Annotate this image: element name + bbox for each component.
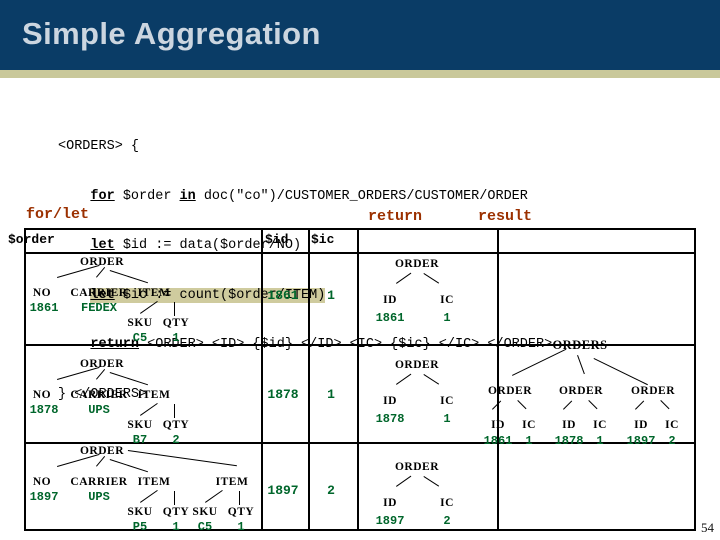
tree-node-sku: SKU xyxy=(127,317,153,329)
cell-id-row-2: 1878 xyxy=(267,387,299,402)
code-line-2: for $order in doc("co")/CUSTOMER_ORDERS/… xyxy=(90,188,528,204)
code-line-1: <ORDERS> { xyxy=(58,139,140,154)
tree-node-order: ORDER xyxy=(394,461,440,473)
tree-node-qty: QTY xyxy=(162,419,190,431)
tree-value-ic: 1 xyxy=(443,311,451,325)
tree-edge xyxy=(174,404,175,418)
tree-node-qty: QTY xyxy=(162,506,190,518)
keyword-for: for xyxy=(90,188,115,204)
tree-value-id-1: 1861 xyxy=(483,434,513,448)
column-divider-3 xyxy=(357,230,359,529)
caption-return: return xyxy=(368,208,423,225)
keyword-in: in xyxy=(179,188,196,204)
tree-node-no: NO xyxy=(32,287,52,299)
title-accent-bar xyxy=(0,70,720,78)
tree-node-sku-2: SKU xyxy=(192,506,218,518)
tree-node-id-2: ID xyxy=(562,419,576,431)
tree-value-id: 1861 xyxy=(375,311,405,325)
tree-value-ic: 2 xyxy=(443,514,451,528)
caption-for-let: for/let xyxy=(26,206,90,223)
tree-node-item: ITEM xyxy=(137,476,171,488)
tree-node-carrier: CARRIER xyxy=(70,476,128,488)
tree-node-item-2: ITEM xyxy=(215,476,249,488)
tree-value-no: 1878 xyxy=(29,403,59,417)
tree-node-item: ITEM xyxy=(137,287,171,299)
tree-node-qty: QTY xyxy=(162,317,190,329)
tree-node-order: ORDER xyxy=(79,358,125,370)
cell-ic-row-3: 2 xyxy=(327,483,335,498)
tree-value-id-3: 1897 xyxy=(626,434,656,448)
column-divider-2 xyxy=(308,230,310,529)
tree-value-sku: P5 xyxy=(132,520,148,534)
tree-node-order: ORDER xyxy=(79,445,125,457)
slide-number: 54 xyxy=(701,520,714,535)
tree-value-ic-1: 1 xyxy=(525,434,533,448)
tree-value-id-2: 1878 xyxy=(554,434,584,448)
tree-node-ic-3: IC xyxy=(665,419,679,431)
row-divider-2 xyxy=(26,442,694,444)
tree-node-item: ITEM xyxy=(137,389,171,401)
tree-value-carrier: UPS xyxy=(88,490,110,504)
column-divider-1 xyxy=(261,230,263,529)
tree-node-id-1: ID xyxy=(491,419,505,431)
tree-edge xyxy=(174,491,175,505)
tree-value-ic: 1 xyxy=(443,412,451,426)
tree-value-no: 1897 xyxy=(29,490,59,504)
tree-value-carrier: FEDEX xyxy=(80,301,118,315)
cell-id-row-3: 1897 xyxy=(267,483,299,498)
tree-node-sku: SKU xyxy=(127,506,153,518)
tree-node-ic-1: IC xyxy=(522,419,536,431)
tree-edge xyxy=(239,491,240,505)
column-divider-4 xyxy=(497,230,499,529)
tree-value-qty: 1 xyxy=(172,520,180,534)
caption-result: result xyxy=(478,208,533,225)
tree-node-order-3: ORDER xyxy=(630,385,676,397)
tree-node-carrier: CARRIER xyxy=(70,389,128,401)
tree-node-id: ID xyxy=(383,395,397,407)
tree-node-ic: IC xyxy=(440,395,454,407)
tree-node-id: ID xyxy=(383,294,397,306)
tree-value-sku-2: C5 xyxy=(197,520,213,534)
cell-ic-row-2: 1 xyxy=(327,387,335,402)
tree-node-carrier: CARRIER xyxy=(70,287,128,299)
tree-value-sku: C5 xyxy=(132,331,148,345)
tree-node-order: ORDER xyxy=(394,359,440,371)
row-divider-header xyxy=(26,252,694,254)
tree-node-no: NO xyxy=(32,389,52,401)
tree-value-qty: 1 xyxy=(172,331,180,345)
tree-value-sku: B7 xyxy=(132,433,148,447)
tree-node-order: ORDER xyxy=(394,258,440,270)
tree-node-ic: IC xyxy=(440,294,454,306)
tree-value-id: 1878 xyxy=(375,412,405,426)
tree-value-ic-2: 1 xyxy=(596,434,604,448)
cell-id-row-1: 1861 xyxy=(267,288,299,303)
cell-ic-row-1: 1 xyxy=(327,288,335,303)
tree-node-order: ORDER xyxy=(79,256,125,268)
page-title: Simple Aggregation xyxy=(22,16,321,51)
tree-value-id: 1897 xyxy=(375,514,405,528)
tree-node-ic: IC xyxy=(440,497,454,509)
tree-edge xyxy=(174,302,175,316)
tree-value-qty-2: 1 xyxy=(237,520,245,534)
tree-node-qty-2: QTY xyxy=(227,506,255,518)
tree-node-ic-2: IC xyxy=(593,419,607,431)
tree-value-carrier: UPS xyxy=(88,403,110,417)
tree-value-no: 1861 xyxy=(29,301,59,315)
slide-canvas: Simple Aggregation <ORDERS> { for $order… xyxy=(0,0,720,540)
tree-node-id-3: ID xyxy=(634,419,648,431)
tree-node-order-2: ORDER xyxy=(558,385,604,397)
tree-value-ic-3: 2 xyxy=(668,434,676,448)
tree-node-sku: SKU xyxy=(127,419,153,431)
tree-node-id: ID xyxy=(383,497,397,509)
tree-node-order-1: ORDER xyxy=(487,385,533,397)
tree-value-qty: 2 xyxy=(172,433,180,447)
tree-node-no: NO xyxy=(32,476,52,488)
